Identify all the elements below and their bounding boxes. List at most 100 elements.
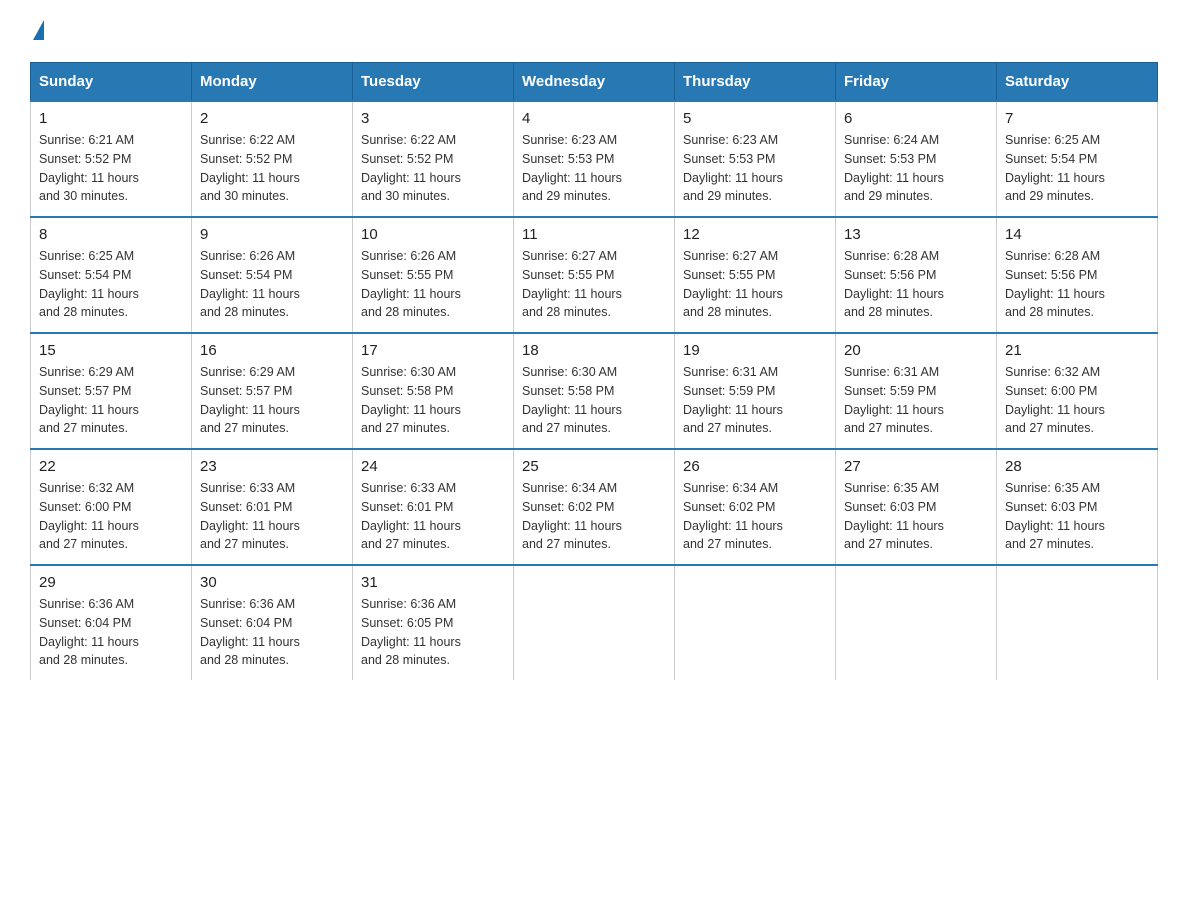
day-info: Sunrise: 6:26 AMSunset: 5:54 PMDaylight:… (200, 249, 300, 319)
page-header (30, 20, 1158, 42)
calendar-cell: 7 Sunrise: 6:25 AMSunset: 5:54 PMDayligh… (997, 101, 1158, 217)
header-thursday: Thursday (675, 63, 836, 102)
day-number: 22 (39, 458, 183, 475)
day-info: Sunrise: 6:24 AMSunset: 5:53 PMDaylight:… (844, 133, 944, 203)
day-number: 14 (1005, 226, 1149, 243)
day-number: 30 (200, 574, 344, 591)
calendar-cell: 3 Sunrise: 6:22 AMSunset: 5:52 PMDayligh… (353, 101, 514, 217)
day-number: 24 (361, 458, 505, 475)
day-number: 21 (1005, 342, 1149, 359)
day-info: Sunrise: 6:33 AMSunset: 6:01 PMDaylight:… (200, 481, 300, 551)
day-info: Sunrise: 6:29 AMSunset: 5:57 PMDaylight:… (39, 365, 139, 435)
calendar-cell: 2 Sunrise: 6:22 AMSunset: 5:52 PMDayligh… (192, 101, 353, 217)
day-number: 2 (200, 110, 344, 127)
day-info: Sunrise: 6:28 AMSunset: 5:56 PMDaylight:… (1005, 249, 1105, 319)
day-info: Sunrise: 6:25 AMSunset: 5:54 PMDaylight:… (39, 249, 139, 319)
calendar-cell: 27 Sunrise: 6:35 AMSunset: 6:03 PMDaylig… (836, 449, 997, 565)
calendar-week-1: 1 Sunrise: 6:21 AMSunset: 5:52 PMDayligh… (31, 101, 1158, 217)
header-wednesday: Wednesday (514, 63, 675, 102)
calendar-cell: 25 Sunrise: 6:34 AMSunset: 6:02 PMDaylig… (514, 449, 675, 565)
day-info: Sunrise: 6:36 AMSunset: 6:05 PMDaylight:… (361, 597, 461, 667)
header-monday: Monday (192, 63, 353, 102)
calendar-cell: 28 Sunrise: 6:35 AMSunset: 6:03 PMDaylig… (997, 449, 1158, 565)
calendar-cell (997, 565, 1158, 680)
day-info: Sunrise: 6:21 AMSunset: 5:52 PMDaylight:… (39, 133, 139, 203)
calendar-cell: 22 Sunrise: 6:32 AMSunset: 6:00 PMDaylig… (31, 449, 192, 565)
calendar-cell: 29 Sunrise: 6:36 AMSunset: 6:04 PMDaylig… (31, 565, 192, 680)
header-sunday: Sunday (31, 63, 192, 102)
header-tuesday: Tuesday (353, 63, 514, 102)
calendar-cell: 6 Sunrise: 6:24 AMSunset: 5:53 PMDayligh… (836, 101, 997, 217)
calendar-cell: 13 Sunrise: 6:28 AMSunset: 5:56 PMDaylig… (836, 217, 997, 333)
day-info: Sunrise: 6:35 AMSunset: 6:03 PMDaylight:… (1005, 481, 1105, 551)
day-number: 16 (200, 342, 344, 359)
day-info: Sunrise: 6:31 AMSunset: 5:59 PMDaylight:… (683, 365, 783, 435)
calendar-week-4: 22 Sunrise: 6:32 AMSunset: 6:00 PMDaylig… (31, 449, 1158, 565)
day-info: Sunrise: 6:26 AMSunset: 5:55 PMDaylight:… (361, 249, 461, 319)
calendar-cell: 5 Sunrise: 6:23 AMSunset: 5:53 PMDayligh… (675, 101, 836, 217)
day-number: 12 (683, 226, 827, 243)
calendar-cell: 16 Sunrise: 6:29 AMSunset: 5:57 PMDaylig… (192, 333, 353, 449)
day-info: Sunrise: 6:30 AMSunset: 5:58 PMDaylight:… (522, 365, 622, 435)
day-info: Sunrise: 6:27 AMSunset: 5:55 PMDaylight:… (683, 249, 783, 319)
day-number: 11 (522, 226, 666, 243)
day-info: Sunrise: 6:22 AMSunset: 5:52 PMDaylight:… (200, 133, 300, 203)
day-number: 25 (522, 458, 666, 475)
calendar-week-3: 15 Sunrise: 6:29 AMSunset: 5:57 PMDaylig… (31, 333, 1158, 449)
calendar-cell: 21 Sunrise: 6:32 AMSunset: 6:00 PMDaylig… (997, 333, 1158, 449)
calendar-cell: 20 Sunrise: 6:31 AMSunset: 5:59 PMDaylig… (836, 333, 997, 449)
day-number: 7 (1005, 110, 1149, 127)
day-number: 6 (844, 110, 988, 127)
calendar-header: SundayMondayTuesdayWednesdayThursdayFrid… (31, 63, 1158, 102)
day-number: 1 (39, 110, 183, 127)
calendar-cell: 26 Sunrise: 6:34 AMSunset: 6:02 PMDaylig… (675, 449, 836, 565)
calendar-cell: 17 Sunrise: 6:30 AMSunset: 5:58 PMDaylig… (353, 333, 514, 449)
day-info: Sunrise: 6:22 AMSunset: 5:52 PMDaylight:… (361, 133, 461, 203)
calendar-cell (514, 565, 675, 680)
day-info: Sunrise: 6:30 AMSunset: 5:58 PMDaylight:… (361, 365, 461, 435)
calendar-cell: 10 Sunrise: 6:26 AMSunset: 5:55 PMDaylig… (353, 217, 514, 333)
day-info: Sunrise: 6:31 AMSunset: 5:59 PMDaylight:… (844, 365, 944, 435)
calendar-cell: 23 Sunrise: 6:33 AMSunset: 6:01 PMDaylig… (192, 449, 353, 565)
calendar-cell: 4 Sunrise: 6:23 AMSunset: 5:53 PMDayligh… (514, 101, 675, 217)
calendar-cell (836, 565, 997, 680)
day-info: Sunrise: 6:35 AMSunset: 6:03 PMDaylight:… (844, 481, 944, 551)
day-info: Sunrise: 6:36 AMSunset: 6:04 PMDaylight:… (200, 597, 300, 667)
calendar-cell: 30 Sunrise: 6:36 AMSunset: 6:04 PMDaylig… (192, 565, 353, 680)
day-info: Sunrise: 6:23 AMSunset: 5:53 PMDaylight:… (522, 133, 622, 203)
day-number: 17 (361, 342, 505, 359)
day-info: Sunrise: 6:29 AMSunset: 5:57 PMDaylight:… (200, 365, 300, 435)
day-number: 5 (683, 110, 827, 127)
calendar-cell: 15 Sunrise: 6:29 AMSunset: 5:57 PMDaylig… (31, 333, 192, 449)
day-info: Sunrise: 6:23 AMSunset: 5:53 PMDaylight:… (683, 133, 783, 203)
header-saturday: Saturday (997, 63, 1158, 102)
day-info: Sunrise: 6:34 AMSunset: 6:02 PMDaylight:… (683, 481, 783, 551)
day-number: 10 (361, 226, 505, 243)
day-number: 29 (39, 574, 183, 591)
calendar-cell: 12 Sunrise: 6:27 AMSunset: 5:55 PMDaylig… (675, 217, 836, 333)
day-number: 27 (844, 458, 988, 475)
day-number: 15 (39, 342, 183, 359)
day-number: 9 (200, 226, 344, 243)
day-number: 13 (844, 226, 988, 243)
logo-triangle-icon (33, 20, 44, 40)
day-number: 20 (844, 342, 988, 359)
logo (30, 20, 44, 42)
day-number: 18 (522, 342, 666, 359)
calendar-week-2: 8 Sunrise: 6:25 AMSunset: 5:54 PMDayligh… (31, 217, 1158, 333)
calendar-cell: 18 Sunrise: 6:30 AMSunset: 5:58 PMDaylig… (514, 333, 675, 449)
day-number: 3 (361, 110, 505, 127)
day-info: Sunrise: 6:36 AMSunset: 6:04 PMDaylight:… (39, 597, 139, 667)
day-number: 28 (1005, 458, 1149, 475)
calendar-cell: 1 Sunrise: 6:21 AMSunset: 5:52 PMDayligh… (31, 101, 192, 217)
day-number: 31 (361, 574, 505, 591)
day-info: Sunrise: 6:28 AMSunset: 5:56 PMDaylight:… (844, 249, 944, 319)
calendar-cell: 8 Sunrise: 6:25 AMSunset: 5:54 PMDayligh… (31, 217, 192, 333)
day-number: 23 (200, 458, 344, 475)
calendar-cell: 9 Sunrise: 6:26 AMSunset: 5:54 PMDayligh… (192, 217, 353, 333)
calendar-cell (675, 565, 836, 680)
calendar-week-5: 29 Sunrise: 6:36 AMSunset: 6:04 PMDaylig… (31, 565, 1158, 680)
calendar-table: SundayMondayTuesdayWednesdayThursdayFrid… (30, 62, 1158, 680)
calendar-cell: 11 Sunrise: 6:27 AMSunset: 5:55 PMDaylig… (514, 217, 675, 333)
header-friday: Friday (836, 63, 997, 102)
